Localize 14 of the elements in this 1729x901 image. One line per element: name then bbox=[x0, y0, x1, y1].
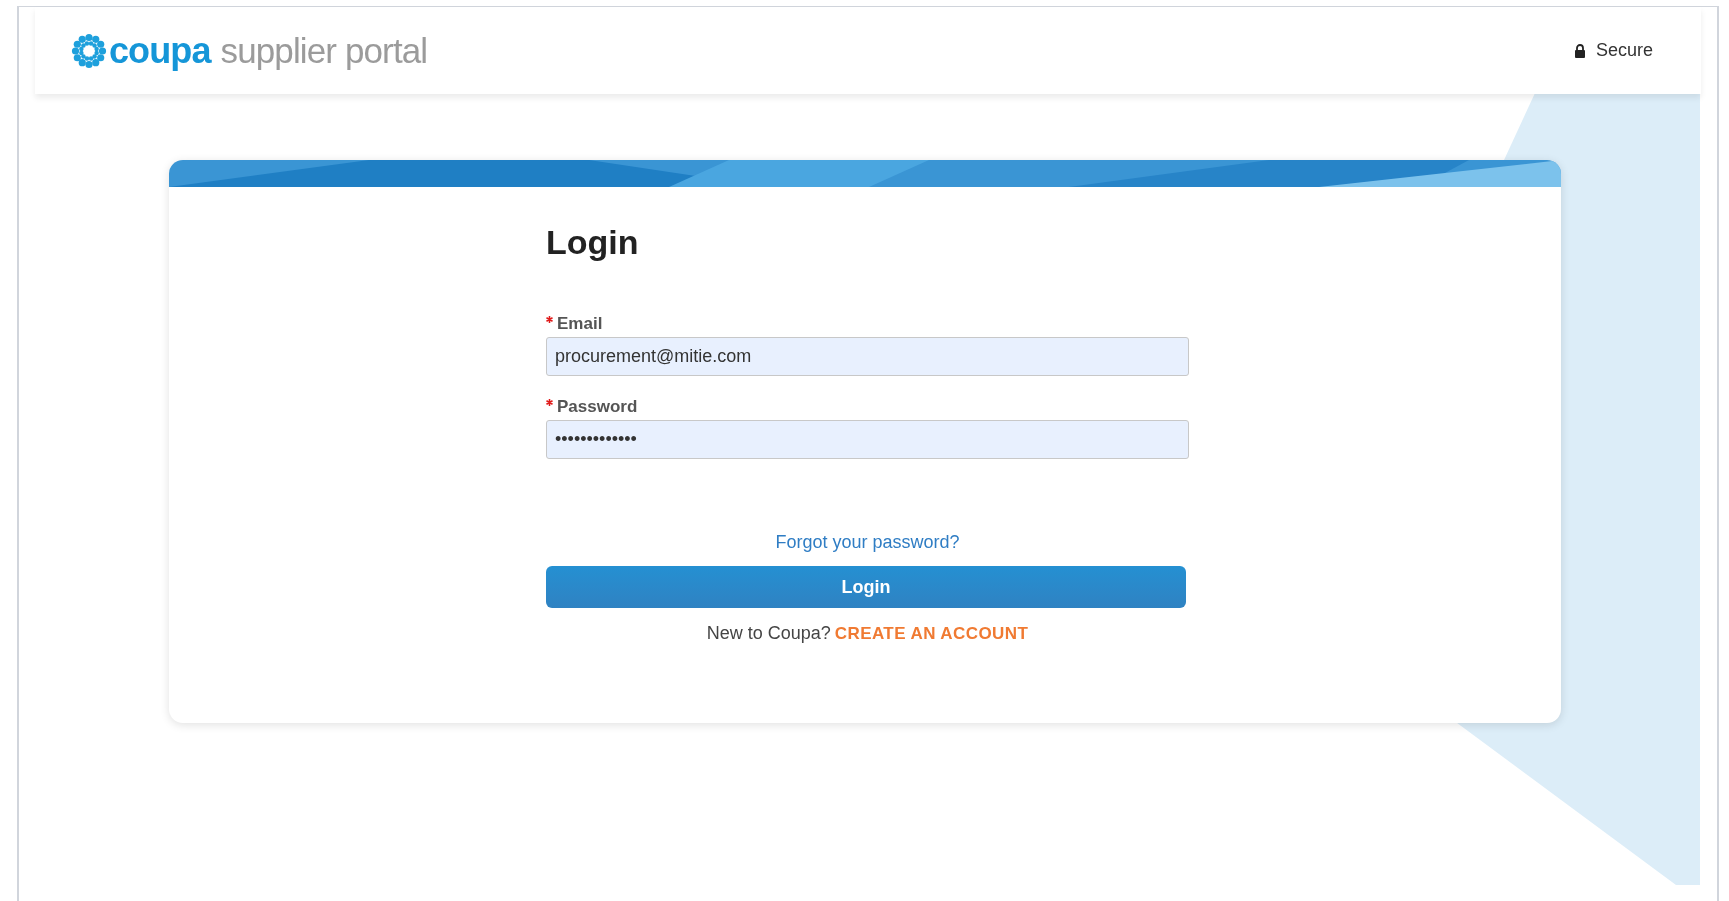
logo-product: supplier portal bbox=[220, 33, 428, 68]
login-button[interactable]: Login bbox=[546, 566, 1186, 608]
snowflake-logo-icon bbox=[71, 32, 107, 69]
lock-icon bbox=[1573, 43, 1586, 58]
input-field[interactable]: ••••••••••••• bbox=[546, 420, 1189, 459]
input-field[interactable]: procurement@mitie.com bbox=[546, 337, 1189, 376]
field-label: Email bbox=[557, 315, 603, 332]
login-title: Login bbox=[546, 225, 640, 259]
create-account-link[interactable]: CREATE AN ACCOUNT bbox=[834, 620, 1029, 647]
logo-brand: coupa bbox=[109, 32, 211, 69]
field-label: Password bbox=[557, 398, 638, 415]
forgot-password-link[interactable]: Forgot your password? bbox=[775, 529, 960, 556]
signup-prompt: New to Coupa? bbox=[706, 622, 831, 645]
secure-label: Secure bbox=[1595, 39, 1653, 62]
